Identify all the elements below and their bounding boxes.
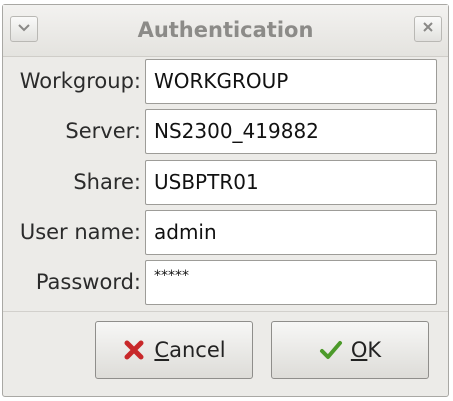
cancel-mnemonic: C <box>154 338 170 362</box>
password-label: Password: <box>35 270 141 294</box>
share-field[interactable]: USBPTR01 <box>145 160 437 205</box>
username-label: User name: <box>19 220 141 244</box>
workgroup-field[interactable]: WORKGROUP <box>145 59 437 104</box>
server-label: Server: <box>65 119 141 143</box>
password-row: Password: ***** <box>3 260 450 305</box>
authentication-dialog: Authentication Workgroup: WORKGROUP Serv… <box>2 4 449 397</box>
password-field[interactable]: ***** <box>145 260 437 305</box>
username-field[interactable]: admin <box>145 210 437 255</box>
title-bar[interactable]: Authentication <box>3 5 448 57</box>
cancel-label-rest: ancel <box>169 338 226 362</box>
window-close-button[interactable] <box>414 16 442 42</box>
ok-mnemonic: O <box>350 338 368 362</box>
share-label: Share: <box>73 170 141 194</box>
cancel-button-label: Cancel <box>154 338 225 362</box>
workgroup-label: Workgroup: <box>19 69 141 93</box>
window-title: Authentication <box>137 18 314 42</box>
checkmark-icon <box>319 338 343 362</box>
cancel-x-icon <box>122 338 146 362</box>
share-row: Share: USBPTR01 <box>3 160 450 205</box>
close-icon <box>422 21 434 37</box>
separator <box>3 311 448 312</box>
cancel-button[interactable]: Cancel <box>95 321 253 379</box>
username-row: User name: admin <box>3 210 450 255</box>
ok-button-label: OK <box>351 338 381 362</box>
server-field[interactable]: NS2300_419882 <box>145 109 437 154</box>
ok-button[interactable]: OK <box>271 321 429 379</box>
server-row: Server: NS2300_419882 <box>3 109 450 154</box>
workgroup-row: Workgroup: WORKGROUP <box>3 59 450 104</box>
ok-label-rest: K <box>367 338 382 362</box>
